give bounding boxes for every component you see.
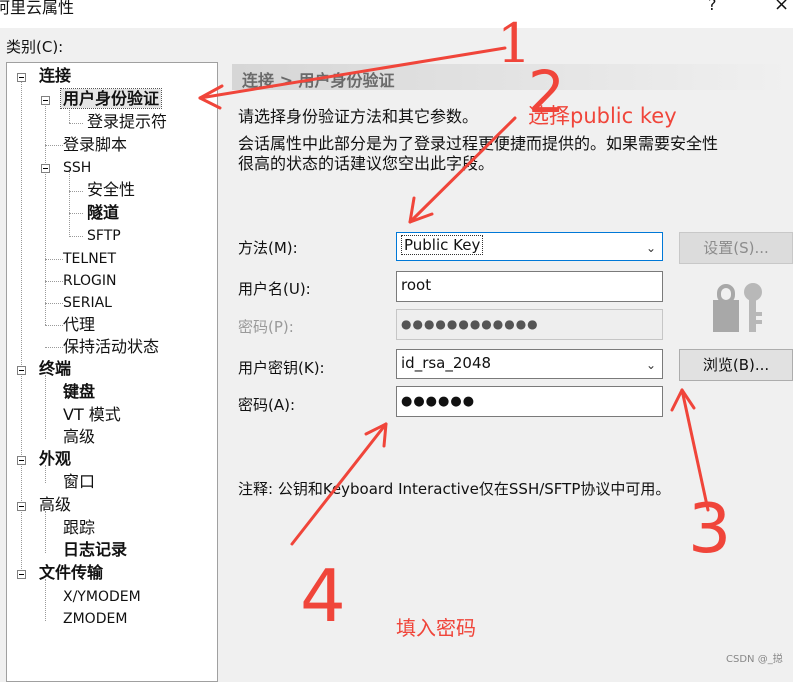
tree-item-proxy[interactable]: 代理 [63,315,95,335]
collapse-toggle-icon[interactable] [17,73,26,82]
tree-item-user-auth[interactable]: 用户身份验证 [59,88,163,109]
tree-connector [45,145,63,146]
category-tree[interactable]: 连接 用户身份验证 登录提示符 登录脚本 SSH 安全性 隧道 SFTP TEL… [6,62,218,682]
user-key-value: id_rsa_2048 [401,354,492,372]
tree-item-window[interactable]: 窗口 [63,472,95,492]
tree-item-file-transfer[interactable]: 文件传输 [39,563,103,583]
tree-connector [45,375,46,439]
description-line-1: 请选择身份验证方法和其它参数。 [238,107,479,126]
annotation-text-enter-password: 填入密码 [396,616,476,640]
collapse-toggle-icon[interactable] [41,96,50,105]
tree-item-keyboard[interactable]: 键盘 [63,382,95,402]
method-select[interactable]: Public Key ⌄ [396,232,663,261]
user-key-select[interactable]: id_rsa_2048 ⌄ [396,349,663,379]
tree-item-vt-mode[interactable]: VT 模式 [63,405,121,425]
tree-item-advanced-terminal[interactable]: 高级 [63,427,95,447]
note-text: 注释: 公钥和Keyboard Interactive仅在SSH/SFTP协议中… [238,480,671,498]
method-selected-value: Public Key [401,235,484,255]
tree-item-keepalive[interactable]: 保持活动状态 [63,337,159,357]
passphrase-field[interactable]: ●●●●●● [396,386,663,417]
tree-connector [69,236,83,237]
tree-item-telnet[interactable]: TELNET [63,249,116,269]
collapse-toggle-icon[interactable] [17,502,26,511]
tree-connector [45,579,46,621]
settings-button[interactable]: 设置(S)... [679,232,793,264]
collapse-toggle-icon[interactable] [17,570,26,579]
tree-connector [45,347,63,348]
chevron-down-icon: ⌄ [645,241,656,255]
tree-item-tunnel[interactable]: 隧道 [87,203,119,223]
category-label: 类别(C): [6,38,64,56]
password-field: ●●●●●●●●●●●● [396,309,663,340]
tree-item-logging[interactable]: 日志记录 [63,540,127,560]
tree-item-ssh[interactable]: SSH [63,158,91,178]
tree-item-login-script[interactable]: 登录脚本 [63,135,127,155]
tree-item-login-prompt[interactable]: 登录提示符 [87,112,167,132]
password-label: 密码(P): [238,318,294,336]
tree-connector [69,191,83,192]
tree-connector [69,123,83,124]
tree-connector [69,171,70,237]
tree-connector [69,213,83,214]
collapse-toggle-icon[interactable] [41,164,50,173]
tree-item-zmodem[interactable]: ZMODEM [63,609,127,629]
tree-item-serial[interactable]: SERIAL [63,293,112,313]
collapse-toggle-icon[interactable] [17,366,26,375]
arrow-3-head [670,388,696,412]
tree-item-appearance[interactable]: 外观 [39,449,71,469]
tree-connector [45,259,63,260]
annotation-number-3: 3 [688,490,732,569]
tree-connector [45,325,63,326]
browse-button[interactable]: 浏览(B)... [679,349,793,381]
tree-connector [45,281,63,282]
arrow-2-head [408,196,434,224]
annotation-number-4: 4 [300,554,346,638]
tree-item-advanced[interactable]: 高级 [39,495,71,515]
username-label: 用户名(U): [238,280,311,298]
title-bar: 阿里云属性 ? × [0,0,793,28]
tree-item-xymodem[interactable]: X/YMODEM [63,587,141,607]
tree-item-rlogin[interactable]: RLOGIN [63,271,117,291]
method-label: 方法(M): [238,239,298,257]
username-field[interactable]: root [396,271,663,302]
user-key-label: 用户密钥(K): [238,359,325,377]
watermark: CSDN @_搃 [726,654,783,665]
tree-item-label: 用户身份验证 [59,88,163,109]
close-button[interactable]: × [774,0,789,15]
tree-item-trace[interactable]: 跟踪 [63,518,95,538]
tree-connector [45,511,46,553]
tree-item-connection[interactable]: 连接 [39,66,71,86]
tree-item-terminal[interactable]: 终端 [39,359,71,379]
help-button[interactable]: ? [708,0,717,14]
chevron-down-icon: ⌄ [645,358,656,372]
passphrase-label: 密码(A): [238,396,296,414]
tree-item-security[interactable]: 安全性 [87,180,135,200]
description-line-3: 很高的状态的话建议您空出此字段。 [238,154,495,173]
breadcrumb-text: 连接 > 用户身份验证 [242,71,395,90]
annotation-text-select-key: 选择public key [528,104,677,128]
window-title: 阿里云属性 [0,0,75,17]
collapse-toggle-icon[interactable] [17,456,26,465]
tree-connector [45,303,63,304]
tree-connector [45,101,46,325]
tree-item-sftp[interactable]: SFTP [87,226,121,246]
arrow-4-head [364,422,388,448]
annotation-number-1: 1 [497,12,532,75]
